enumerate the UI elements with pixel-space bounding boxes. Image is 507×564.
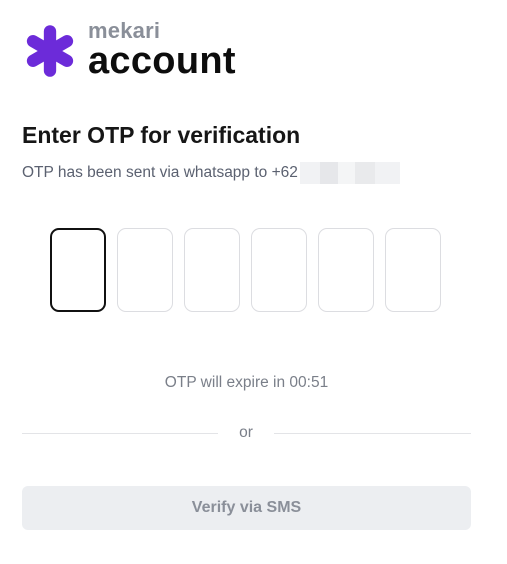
otp-sent-message: OTP has been sent via whatsapp to +62 [22,162,400,184]
otp-verification-page: mekari account Enter OTP for verificatio… [0,0,507,564]
otp-digit-1[interactable] [50,228,106,312]
otp-digit-5[interactable] [318,228,374,312]
verify-via-sms-button[interactable]: Verify via SMS [22,486,471,530]
page-title: Enter OTP for verification [22,122,301,148]
mekari-account-logo: mekari account [22,18,236,80]
otp-digit-2[interactable] [117,228,173,312]
otp-digit-6[interactable] [385,228,441,312]
logo-product-text: account [88,40,236,82]
divider-label: or [239,424,253,441]
logo-wordmark: mekari account [88,18,236,80]
otp-sent-text: OTP has been sent via whatsapp to +62 [22,164,298,181]
otp-digit-4[interactable] [251,228,307,312]
divider-line-right [274,433,471,434]
otp-input-group [50,228,441,312]
otp-expiry-timer: OTP will expire in 00:51 [164,374,329,391]
divider-line-left [22,433,218,434]
otp-digit-3[interactable] [184,228,240,312]
or-divider: or [22,423,471,443]
redacted-phone-number [299,162,400,184]
mekari-asterisk-logo-icon [26,25,74,77]
